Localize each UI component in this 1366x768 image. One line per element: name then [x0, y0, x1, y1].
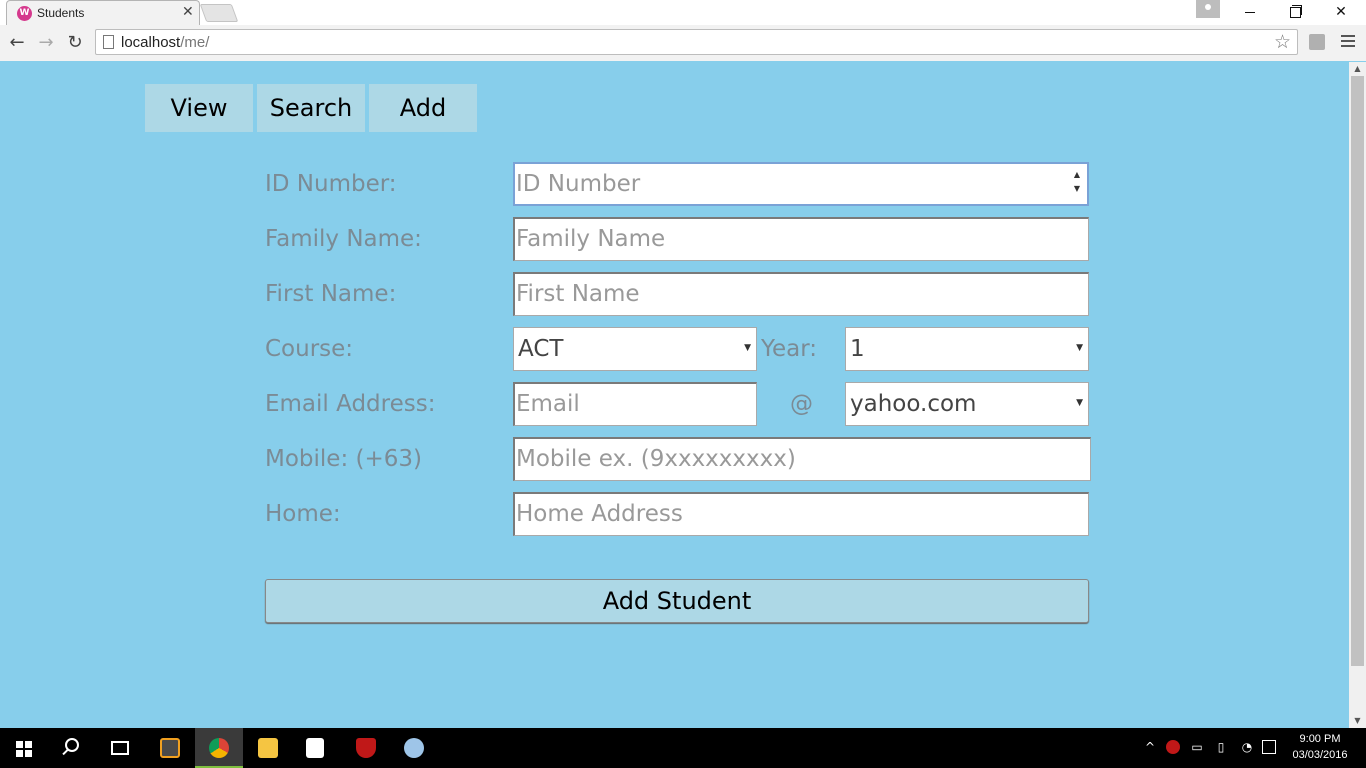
store-bag-icon: [306, 738, 324, 758]
first-name-label: First Name:: [265, 281, 397, 307]
course-value: ACT: [518, 336, 564, 362]
address-bar[interactable]: localhost/me/ ☆: [95, 29, 1298, 55]
email-address-label: Email Address:: [265, 391, 436, 417]
add-nav-button[interactable]: Add: [369, 84, 477, 132]
tab-title: Students: [37, 6, 85, 20]
mobile-input[interactable]: Mobile ex. (9xxxxxxxxx): [513, 437, 1091, 481]
clock-time: 9:00 PM: [1299, 733, 1341, 745]
taskbar-app-chrome[interactable]: [195, 728, 243, 768]
forward-arrow-icon[interactable]: →: [34, 31, 58, 55]
browser-toolbar: ← → ↻ localhost/me/ ☆: [0, 25, 1366, 61]
browser-menu-icon[interactable]: [1341, 35, 1357, 49]
number-spinner-icon[interactable]: ▲ ▼: [1071, 168, 1083, 200]
page-icon: [103, 35, 114, 49]
course-label: Course:: [265, 336, 354, 362]
url-text: localhost/me/: [121, 34, 210, 51]
sublime-text-icon: [160, 738, 180, 758]
mobile-label: Mobile: (+63): [265, 446, 422, 472]
taskbar-app-mcafee[interactable]: [342, 728, 390, 768]
close-tab-icon[interactable]: ✕: [182, 4, 194, 20]
id-number-label: ID Number:: [265, 171, 397, 197]
scroll-up-arrow-icon[interactable]: ▲: [1349, 62, 1366, 76]
id-number-input[interactable]: ID Number ▲ ▼: [513, 162, 1089, 206]
taskbar-app-store[interactable]: [292, 728, 340, 768]
search-nav-button[interactable]: Search: [257, 84, 365, 132]
taskbar-app-paint[interactable]: [390, 728, 438, 768]
browser-chrome: W Students ✕ ✕ ← → ↻ localhost/me/ ☆: [0, 0, 1366, 61]
user-profile-icon[interactable]: [1196, 0, 1220, 18]
mcafee-tray-icon[interactable]: [1166, 740, 1180, 754]
extension-icon[interactable]: [1309, 34, 1325, 50]
page-viewport: View Search Add ID Number: ID Number ▲ ▼ …: [0, 62, 1349, 728]
chevron-down-icon: ▼: [744, 343, 751, 353]
email-input[interactable]: Email: [513, 382, 757, 426]
family-name-label: Family Name:: [265, 226, 422, 252]
chevron-down-icon: ▼: [1076, 398, 1083, 408]
year-select[interactable]: 1 ▼: [845, 327, 1089, 371]
back-arrow-icon[interactable]: ←: [5, 31, 29, 55]
home-address-input[interactable]: Home Address: [513, 492, 1089, 536]
view-nav-button[interactable]: View: [145, 84, 253, 132]
email-domain-select[interactable]: yahoo.com ▼: [845, 382, 1089, 426]
year-label: Year:: [761, 336, 818, 362]
add-student-button[interactable]: Add Student: [265, 579, 1089, 623]
reload-icon[interactable]: ↻: [63, 31, 87, 55]
mobile-placeholder: Mobile ex. (9xxxxxxxxx): [516, 446, 796, 472]
task-view-icon: [111, 741, 129, 755]
year-value: 1: [850, 336, 865, 362]
id-number-placeholder: ID Number: [516, 171, 641, 197]
task-view-button[interactable]: [96, 728, 144, 768]
chrome-icon: [209, 738, 229, 758]
windows-taskbar: ^ ▭ ▯ ◔ 9:00 PM 03/03/2016: [0, 728, 1366, 768]
show-hidden-icons-chevron-icon[interactable]: ^: [1143, 740, 1157, 754]
home-address-placeholder: Home Address: [516, 501, 683, 527]
taskbar-app-sublime[interactable]: [146, 728, 194, 768]
email-at-sign: @: [790, 391, 813, 417]
first-name-input[interactable]: First Name: [513, 272, 1089, 316]
clock-date: 03/03/2016: [1292, 749, 1348, 761]
network-icon[interactable]: ▯: [1214, 740, 1228, 754]
restore-button[interactable]: [1272, 0, 1318, 25]
paint-palette-icon: [404, 738, 424, 758]
close-window-button[interactable]: ✕: [1318, 0, 1364, 25]
family-name-placeholder: Family Name: [516, 226, 666, 252]
battery-icon[interactable]: ▭: [1190, 740, 1204, 754]
scroll-down-arrow-icon[interactable]: ▼: [1349, 714, 1366, 728]
tab-strip: W Students ✕ ✕: [0, 0, 1366, 25]
mcafee-shield-icon: [356, 738, 376, 758]
search-icon: [65, 738, 79, 752]
notifications-icon[interactable]: [1262, 740, 1276, 754]
first-name-placeholder: First Name: [516, 281, 640, 307]
email-domain-value: yahoo.com: [850, 391, 977, 417]
scrollbar-thumb[interactable]: [1351, 76, 1364, 666]
page-scrollbar[interactable]: ▲ ▼: [1349, 62, 1366, 728]
course-select[interactable]: ACT ▼: [513, 327, 757, 371]
chevron-down-icon: ▼: [1076, 343, 1083, 353]
new-tab-button[interactable]: [199, 4, 239, 22]
wifi-icon[interactable]: ◔: [1240, 740, 1254, 754]
email-placeholder: Email: [516, 391, 580, 417]
folder-icon: [258, 738, 278, 758]
minimize-button[interactable]: [1227, 0, 1273, 25]
home-label: Home:: [265, 501, 341, 527]
tab-students[interactable]: W Students ✕: [6, 0, 200, 25]
windows-logo-icon: [16, 741, 32, 757]
start-button[interactable]: [0, 728, 48, 768]
system-clock[interactable]: 9:00 PM 03/03/2016: [1285, 731, 1355, 763]
search-button[interactable]: [48, 728, 96, 768]
family-name-input[interactable]: Family Name: [513, 217, 1089, 261]
bookmark-star-icon[interactable]: ☆: [1274, 31, 1291, 53]
wamp-favicon-icon: W: [17, 6, 32, 21]
taskbar-app-file-explorer[interactable]: [244, 728, 292, 768]
